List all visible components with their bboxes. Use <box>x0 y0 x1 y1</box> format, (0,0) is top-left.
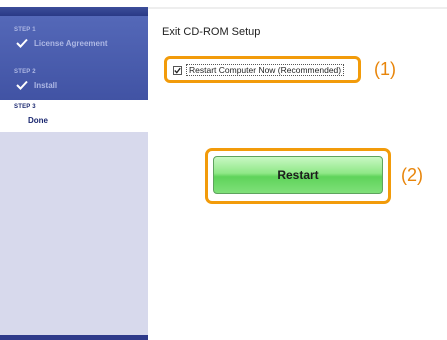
callout-1: (1) <box>374 59 396 79</box>
callout-2: (2) <box>401 165 423 185</box>
step-2-label: Install <box>34 80 58 90</box>
step-1-number: STEP 1 <box>14 27 36 33</box>
restart-highlight-frame: Restart <box>205 148 391 204</box>
step-3-number: STEP 3 <box>14 104 36 110</box>
page-title: Exit CD-ROM Setup <box>162 26 261 38</box>
checkbox-highlight-frame: Restart Computer Now (Recommended) <box>164 56 361 83</box>
completed-steps-panel: STEP 1 License Agreement STEP 2 Install <box>0 16 148 100</box>
restart-button[interactable]: Restart <box>213 156 383 194</box>
header-divider <box>148 7 447 9</box>
check-icon <box>16 80 28 90</box>
restart-checkbox-row[interactable]: Restart Computer Now (Recommended) <box>173 64 345 76</box>
steps-sidebar: STEP 1 License Agreement STEP 2 Install … <box>0 7 148 340</box>
restart-now-label[interactable]: Restart Computer Now (Recommended) <box>186 64 345 76</box>
restart-now-checkbox[interactable] <box>173 65 182 75</box>
checkmark-icon <box>174 67 181 74</box>
step-3-label: Done <box>28 116 48 125</box>
step-1-label: License Agreement <box>34 38 108 48</box>
sidebar-top-bar <box>0 7 148 16</box>
step-2-number: STEP 2 <box>14 69 36 75</box>
step-3-current: STEP 3 Done <box>0 100 148 132</box>
check-icon <box>16 38 28 48</box>
